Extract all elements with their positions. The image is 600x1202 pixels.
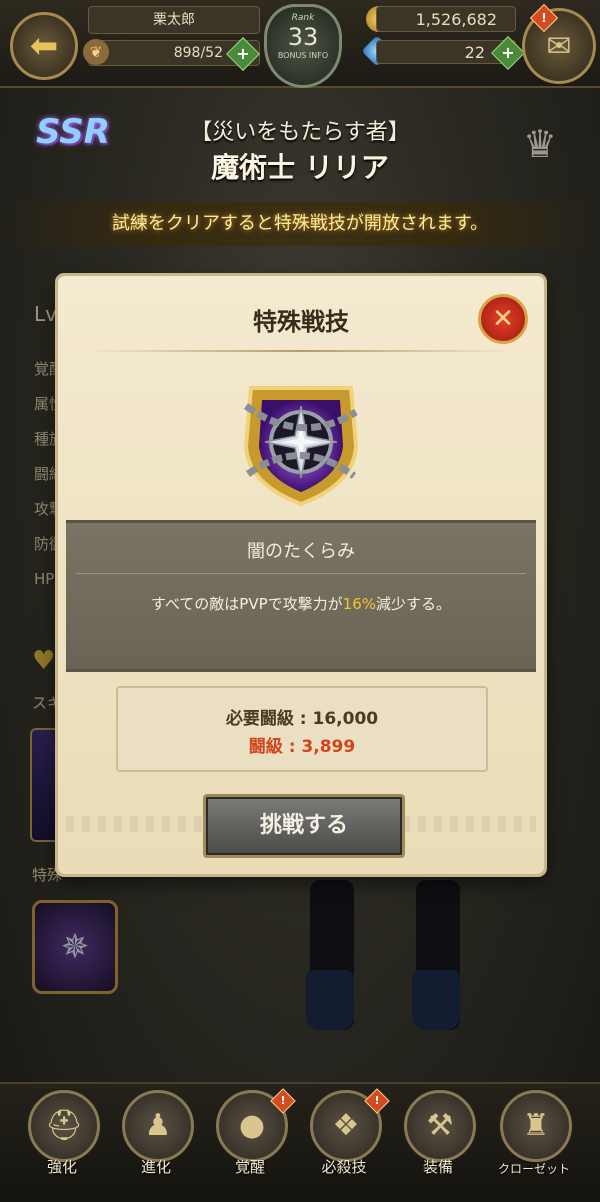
rank-bonus-label: BONUS INFO xyxy=(277,51,329,60)
back-arrow-icon: ⬅ xyxy=(29,26,59,66)
rank-label: Rank xyxy=(291,13,315,23)
nav-special-move-button[interactable]: ❖ 必殺技 ! xyxy=(304,1088,390,1194)
nav-enhance-button[interactable]: ⛑ 強化 xyxy=(22,1090,102,1194)
skill-desc-highlight: 16% xyxy=(342,595,377,613)
add-stamina-button[interactable]: + xyxy=(226,37,260,71)
character-name: 魔術士 リリア xyxy=(211,151,389,184)
rank-emblem[interactable]: Rank 33 BONUS INFO xyxy=(264,4,342,88)
player-name: 栗太郎 xyxy=(88,6,260,34)
close-button[interactable]: ✕ xyxy=(478,294,528,344)
gold-amount: 1,526,682 xyxy=(376,6,516,32)
back-button[interactable]: ⬅ xyxy=(10,12,78,80)
rank-value: 33 xyxy=(287,23,319,51)
envelope-icon: ✉ xyxy=(546,28,572,64)
nav-awaken-button[interactable]: ● 覚醒 ! xyxy=(210,1088,296,1194)
skill-desc-text: 減少する。 xyxy=(376,595,452,613)
skill-name: 闇のたくらみ xyxy=(247,541,355,562)
stamina-value: 898/52 xyxy=(173,45,223,61)
nav-label: 装備 xyxy=(422,1158,453,1176)
evolve-icon: ♟ xyxy=(122,1090,194,1162)
nav-closet-button[interactable]: ♜ クローゼット xyxy=(494,1090,574,1194)
requirement-box: 必要闘級 : 16,000 闘級 : 3,899 xyxy=(116,686,488,772)
required-rank-text: 必要闘級 : 16,000 xyxy=(225,709,379,729)
skill-desc-text: すべての敵はPVPで攻撃力が xyxy=(150,595,343,613)
character-epithet: 【災いをもたらす者】 xyxy=(190,120,410,145)
nav-evolve-button[interactable]: ♟ 進化 xyxy=(116,1090,196,1194)
plus-icon: + xyxy=(501,43,515,62)
challenge-button[interactable]: 挑戦する xyxy=(203,794,405,858)
bottom-nav: ⛑ 強化 ♟ 進化 ● 覚醒 ! ❖ 必殺技 ! ⚒ 装備 ♜ クローゼット xyxy=(0,1082,600,1202)
title-divider xyxy=(88,350,514,352)
trial-notice: 試練をクリアすると特殊戦技が開放されます。 xyxy=(0,202,600,246)
stamina-bar: ❦ 898/52 + xyxy=(83,37,260,71)
add-gems-button[interactable]: + xyxy=(491,36,525,70)
top-bar: ⬅ 栗太郎 ❦ 898/52 + Rank 33 BONUS INFO 1,52… xyxy=(0,0,600,88)
nav-label: 覚醒 xyxy=(234,1158,265,1176)
stamina-icon: ❦ xyxy=(83,39,109,65)
equipment-icon: ⚒ xyxy=(404,1090,476,1162)
helmet-icon: ⛑ xyxy=(28,1090,100,1162)
nav-label: 進化 xyxy=(140,1158,171,1176)
modal-title: 特殊戦技 xyxy=(253,308,349,336)
current-rank-text: 闘級 : 3,899 xyxy=(248,737,356,757)
special-skill-modal: 特殊戦技 ✕ 闇のたくらみ すべての敵はPVPで攻撃力が16%減少する。 必要闘… xyxy=(58,276,544,874)
plus-icon: + xyxy=(236,44,250,63)
dark-scheme-skill-icon xyxy=(236,376,366,512)
nav-label: 強化 xyxy=(46,1158,77,1176)
class-crown-icon: ♛ xyxy=(522,122,558,166)
closet-icon: ♜ xyxy=(500,1090,572,1162)
skill-divider xyxy=(76,573,526,574)
skill-description-panel: 闇のたくらみ すべての敵はPVPで攻撃力が16%減少する。 xyxy=(66,520,536,672)
nav-label: 必殺技 xyxy=(321,1158,367,1176)
close-icon: ✕ xyxy=(492,304,514,334)
skill-description: すべての敵はPVPで攻撃力が16%減少する。 xyxy=(66,593,536,614)
nav-label: クローゼット xyxy=(497,1162,570,1176)
nav-equipment-button[interactable]: ⚒ 装備 xyxy=(398,1090,478,1194)
